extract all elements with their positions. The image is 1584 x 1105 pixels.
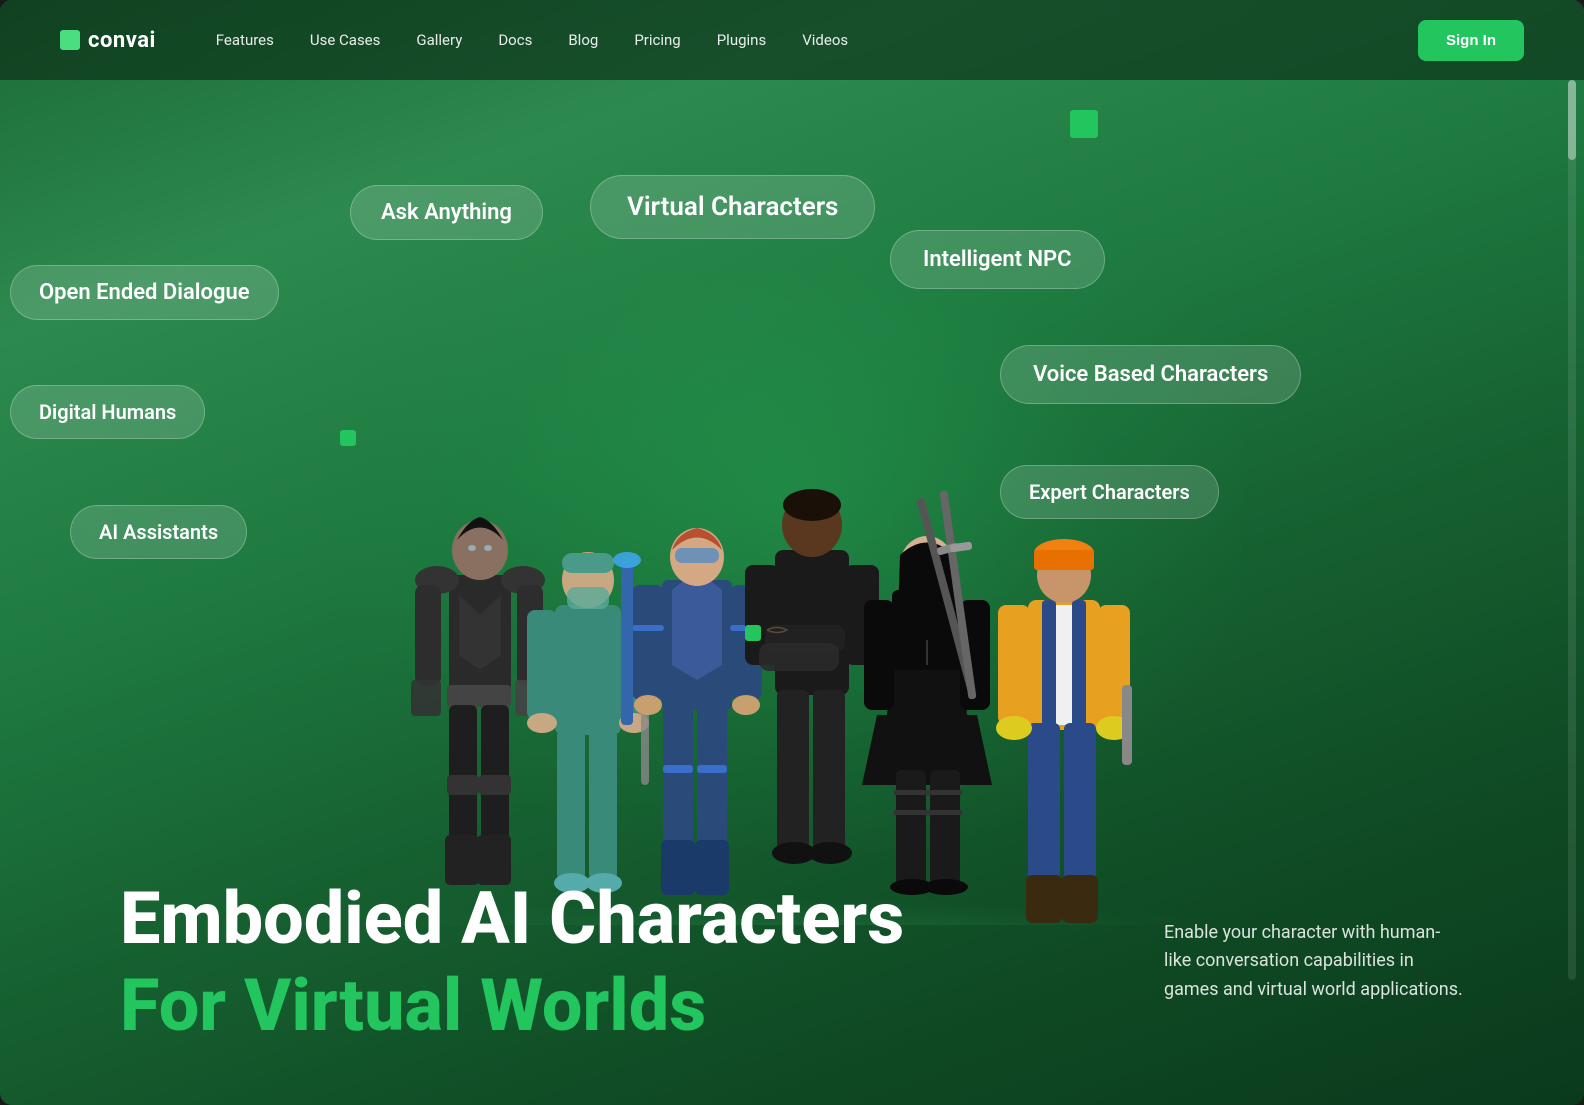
logo[interactable]: convai bbox=[60, 28, 156, 53]
tag-virtual-characters[interactable]: Virtual Characters bbox=[590, 175, 875, 239]
navbar: convai Features Use Cases Gallery Docs B… bbox=[0, 0, 1584, 80]
hero-heading-white: Embodied AI Characters bbox=[120, 879, 904, 958]
nav-features[interactable]: Features bbox=[216, 31, 274, 49]
logo-text: convai bbox=[88, 28, 156, 53]
nav-blog[interactable]: Blog bbox=[568, 31, 598, 49]
accent-mid-char2 bbox=[745, 625, 761, 641]
page-wrapper: convai Features Use Cases Gallery Docs B… bbox=[0, 0, 1584, 1105]
tag-expert-characters[interactable]: Expert Characters bbox=[1000, 465, 1219, 519]
tag-voice-based-characters[interactable]: Voice Based Characters bbox=[1000, 345, 1301, 404]
scrollbar-thumb[interactable] bbox=[1568, 80, 1576, 160]
nav-videos[interactable]: Videos bbox=[802, 31, 848, 49]
tag-open-ended-dialogue[interactable]: Open Ended Dialogue bbox=[10, 265, 279, 320]
scrollbar[interactable] bbox=[1568, 80, 1576, 980]
hero-description: Enable your character with human-like co… bbox=[1164, 919, 1464, 1005]
hero-text-left: Embodied AI Characters For Virtual World… bbox=[120, 879, 904, 1045]
nav-use-cases[interactable]: Use Cases bbox=[310, 31, 381, 49]
tag-intelligent-npc[interactable]: Intelligent NPC bbox=[890, 230, 1105, 289]
accent-top-right bbox=[1070, 110, 1098, 138]
hero-heading-green: For Virtual Worlds bbox=[120, 966, 904, 1045]
hero-bottom: Embodied AI Characters For Virtual World… bbox=[120, 879, 1464, 1045]
nav-docs[interactable]: Docs bbox=[498, 31, 532, 49]
accent-mid-char1 bbox=[340, 430, 356, 446]
logo-icon bbox=[60, 30, 80, 50]
nav-gallery[interactable]: Gallery bbox=[416, 31, 462, 49]
characters-svg bbox=[342, 345, 1242, 925]
tag-digital-humans[interactable]: Digital Humans bbox=[10, 385, 205, 439]
nav-pricing[interactable]: Pricing bbox=[634, 31, 680, 49]
tag-ai-assistants[interactable]: AI Assistants bbox=[70, 505, 247, 559]
sign-in-button[interactable]: Sign In bbox=[1418, 20, 1524, 61]
char-warrior bbox=[411, 517, 545, 885]
tag-ask-anything[interactable]: Ask Anything bbox=[350, 185, 543, 240]
char-gothic bbox=[862, 490, 992, 895]
nav-plugins[interactable]: Plugins bbox=[717, 31, 766, 49]
char-worker bbox=[996, 539, 1132, 923]
char-center bbox=[745, 489, 879, 864]
characters-area bbox=[180, 345, 1404, 925]
nav-links: Features Use Cases Gallery Docs Blog Pri… bbox=[216, 31, 1418, 49]
